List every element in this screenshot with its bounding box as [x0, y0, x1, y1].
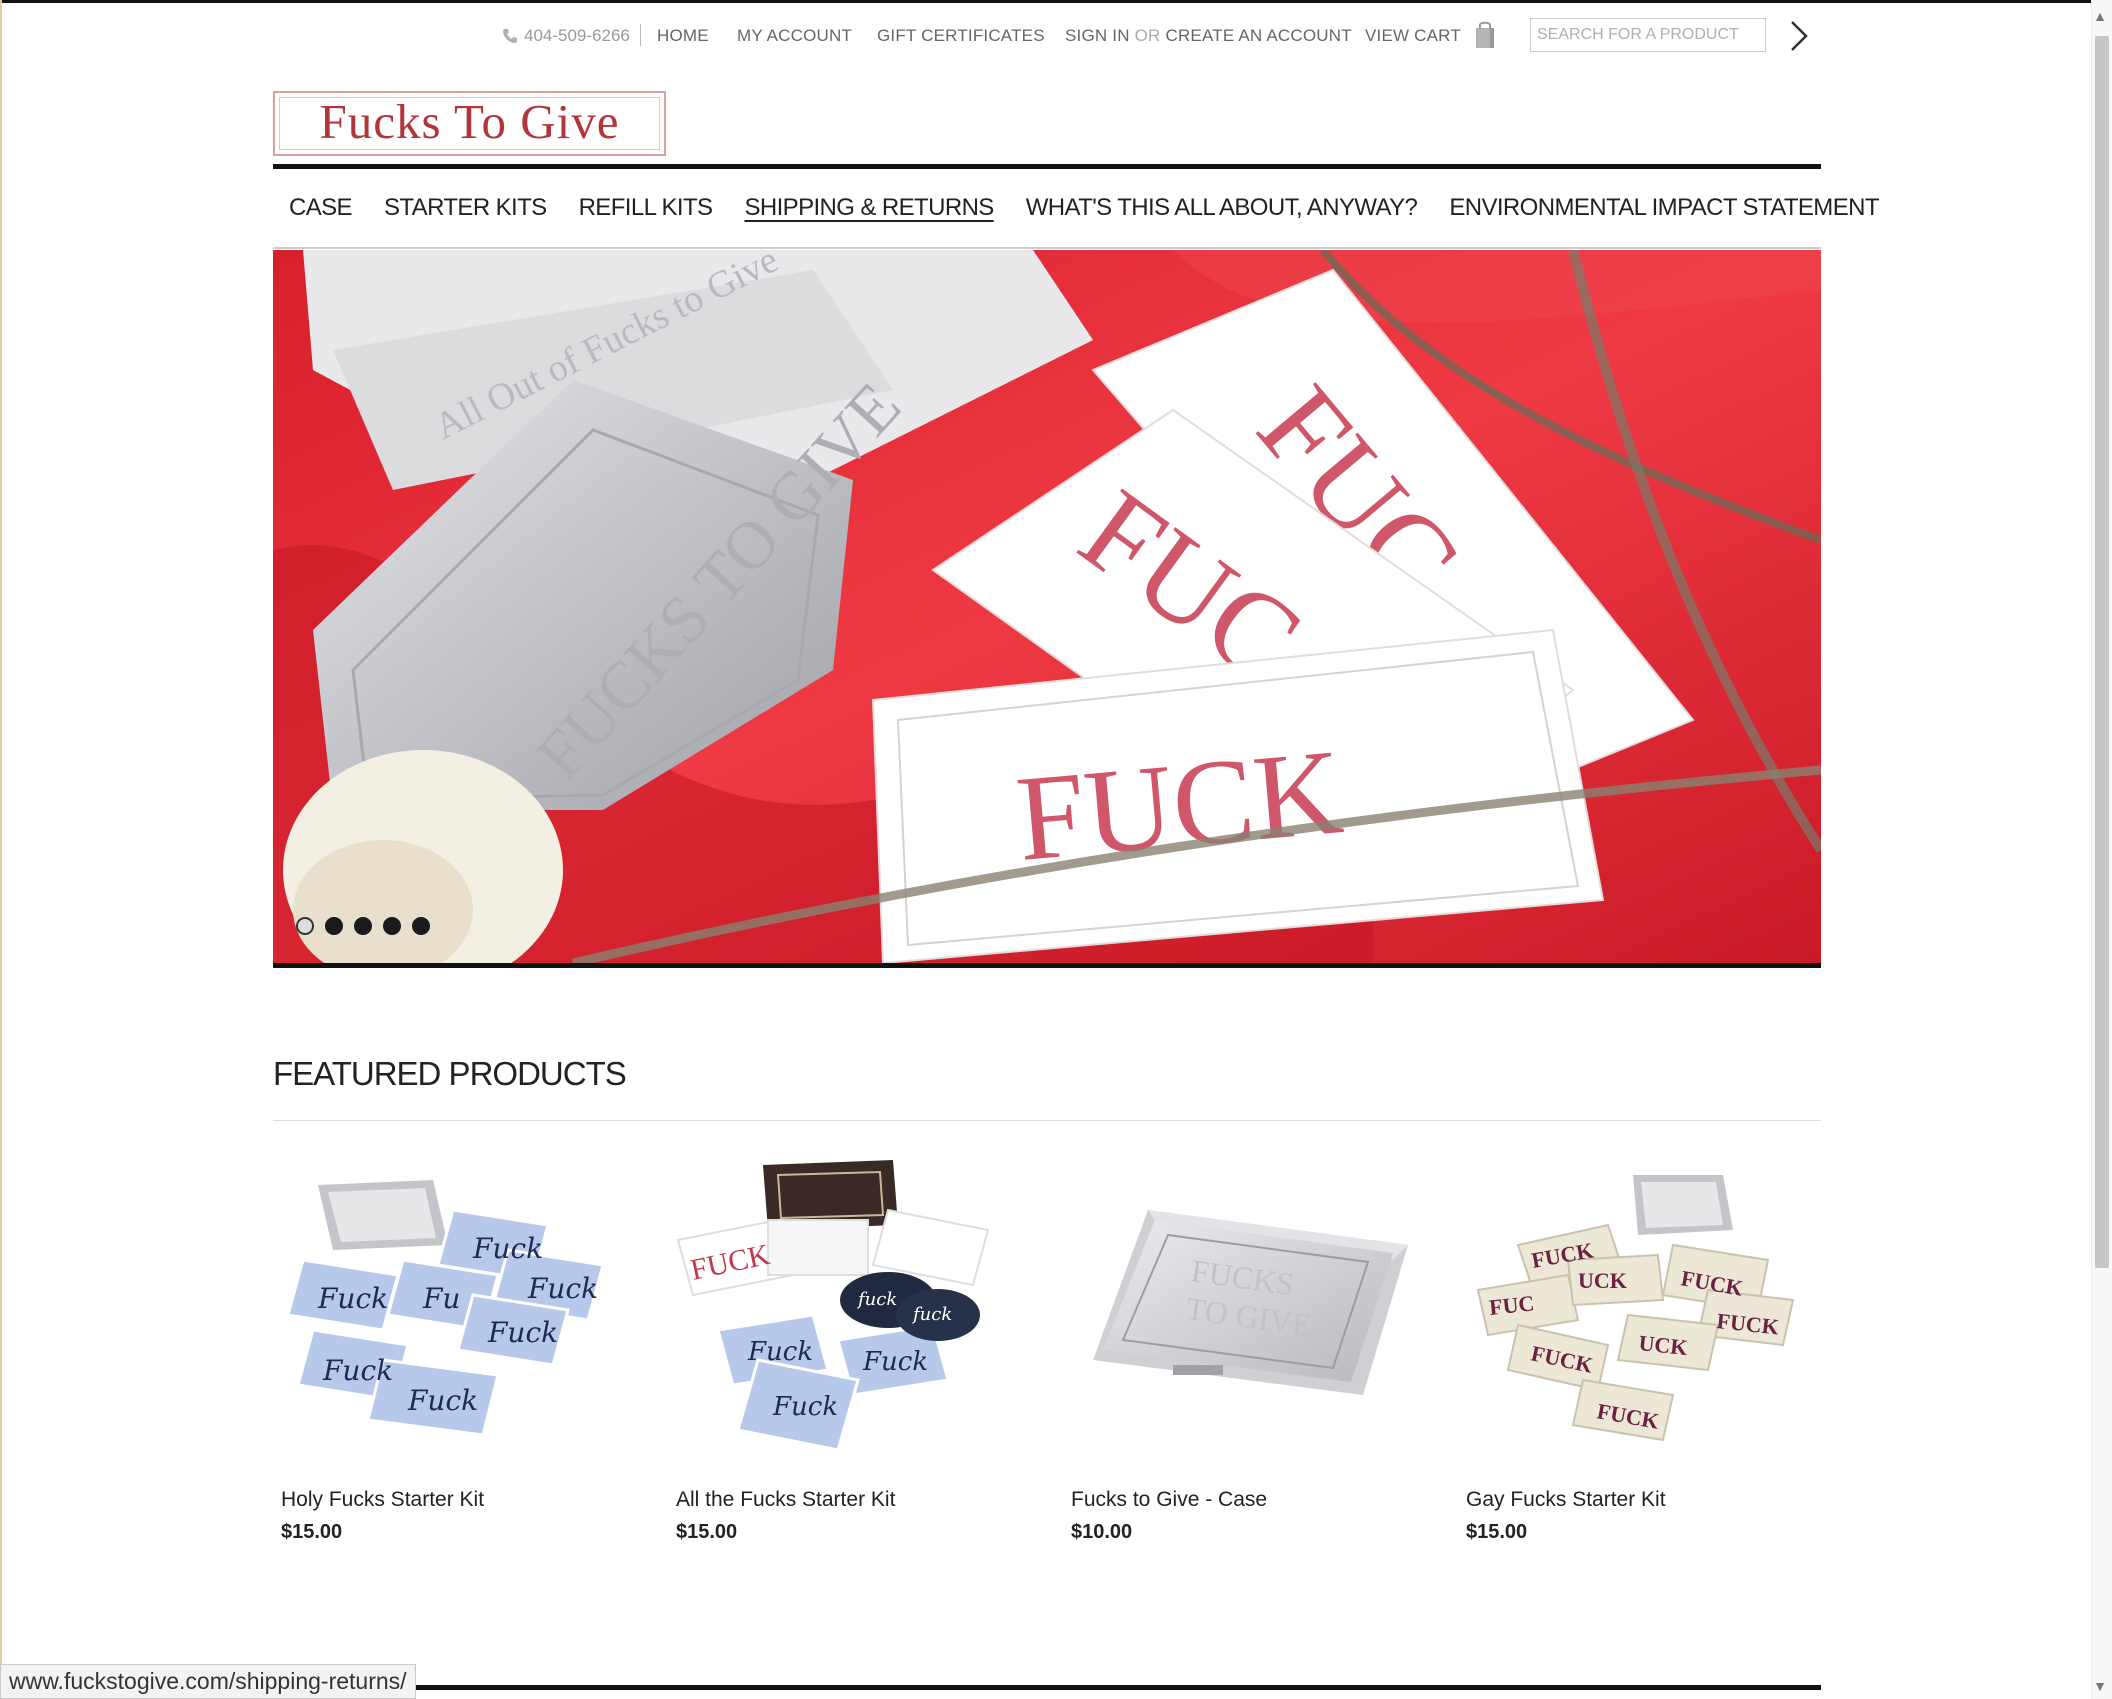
svg-text:UCK: UCK [1637, 1330, 1688, 1360]
svg-text:UCK: UCK [1578, 1268, 1627, 1293]
svg-text:Fuck: Fuck [747, 1337, 813, 1367]
product-card[interactable]: Fuck Fuck Fu Fuck Fuck Fuck Fuck Holy Fu… [273, 1150, 633, 1543]
slider-dot-5[interactable] [412, 917, 430, 935]
product-image-all-the-fucks[interactable]: FUCK fuck fuck Fuck Fuck Fuck [668, 1150, 1028, 1470]
or-text: OR [1134, 26, 1161, 45]
product-image-holy-fucks[interactable]: Fuck Fuck Fu Fuck Fuck Fuck Fuck [273, 1150, 633, 1470]
slider-dot-1[interactable] [296, 917, 314, 935]
product-price: $15.00 [1466, 1521, 1528, 1543]
sign-in-link[interactable]: SIGN IN [1065, 26, 1130, 45]
product-price: $15.00 [676, 1521, 738, 1543]
product-name[interactable]: Holy Fucks Starter Kit [281, 1488, 484, 1512]
product-image-gay-fucks[interactable]: FUCK FUC UCK FUCK FUCK FUCK UCK FUCK [1458, 1150, 1818, 1470]
product-image-case[interactable]: FUCKS TO GIVE [1063, 1150, 1423, 1470]
slider-pagination [296, 917, 430, 935]
nav-item-refill-kits[interactable]: REFILL KITS [579, 194, 713, 222]
product-price: $10.00 [1071, 1521, 1133, 1543]
phone-number[interactable]: 404-509-6266 [502, 26, 630, 46]
window-left-edge [0, 0, 2, 1699]
hero-bottom-rule [273, 963, 1821, 968]
vertical-scrollbar[interactable]: ▲ ▼ [2091, 0, 2112, 1699]
product-price: $15.00 [281, 1521, 343, 1543]
window-top-border [0, 0, 2112, 3]
nav-item-about[interactable]: WHAT'S THIS ALL ABOUT, ANYWAY? [1026, 194, 1418, 222]
nav-item-environmental[interactable]: ENVIRONMENTAL IMPACT STATEMENT [1449, 194, 1879, 222]
product-card[interactable]: FUCKS TO GIVE Fucks to Give - Case $10.0… [1063, 1150, 1423, 1543]
svg-text:Fuck: Fuck [527, 1272, 598, 1305]
product-card[interactable]: FUCK fuck fuck Fuck Fuck Fuck All the Fu… [668, 1150, 1028, 1543]
view-cart-link[interactable]: VIEW CART [1365, 26, 1461, 46]
svg-text:fuck: fuck [856, 1289, 897, 1310]
logo-text: Fucks To Give [319, 94, 620, 149]
shopping-bag-icon[interactable] [1474, 20, 1496, 50]
nav-item-starter-kits[interactable]: STARTER KITS [384, 194, 547, 222]
search-input[interactable] [1530, 18, 1766, 52]
scroll-up-icon[interactable]: ▲ [2093, 8, 2107, 24]
site-logo[interactable]: Fucks To Give [273, 91, 666, 156]
hero-slider[interactable]: All Out of Fucks to Give FUCKS TO GIVE F… [273, 250, 1821, 963]
svg-text:Fuck: Fuck [317, 1282, 388, 1315]
status-bar-url: www.fuckstogive.com/shipping-returns/ [0, 1664, 416, 1699]
product-name[interactable]: Fucks to Give - Case [1071, 1488, 1267, 1512]
nav-item-case[interactable]: CASE [289, 194, 353, 222]
nav-item-shipping-returns[interactable]: SHIPPING & RETURNS [744, 194, 994, 222]
main-nav: CASE STARTER KITS REFILL KITS SHIPPING &… [273, 169, 1880, 247]
svg-text:Fuck: Fuck [772, 1392, 838, 1422]
featured-products-heading: FEATURED PRODUCTS [273, 1055, 627, 1092]
phone-icon [503, 29, 517, 43]
scroll-down-icon[interactable]: ▼ [2093, 1678, 2107, 1694]
footer-top-rule [273, 1685, 1821, 1690]
utility-separator [640, 24, 641, 46]
svg-text:Fuck: Fuck [487, 1316, 558, 1349]
hero-image: All Out of Fucks to Give FUCKS TO GIVE F… [273, 250, 1821, 963]
gift-certificates-link[interactable]: GIFT CERTIFICATES [877, 26, 1045, 46]
create-account-link[interactable]: CREATE AN ACCOUNT [1165, 26, 1351, 45]
search-submit-chevron-icon[interactable] [1784, 18, 1812, 54]
phone-text: 404-509-6266 [524, 26, 630, 45]
nav-bottom-rule [273, 247, 1821, 249]
utility-bar: 404-509-6266 HOME MY ACCOUNT GIFT CERTIF… [0, 18, 2092, 54]
home-link[interactable]: HOME [657, 26, 709, 46]
scrollbar-thumb[interactable] [2095, 36, 2109, 1268]
product-card[interactable]: FUCK FUC UCK FUCK FUCK FUCK UCK FUCK Gay… [1458, 1150, 1818, 1543]
slider-dot-3[interactable] [354, 917, 372, 935]
featured-rule [273, 1120, 1821, 1121]
svg-text:FUC: FUC [1488, 1290, 1536, 1320]
slider-dot-4[interactable] [383, 917, 401, 935]
svg-text:Fuck: Fuck [862, 1347, 928, 1377]
svg-text:Fuck: Fuck [407, 1384, 478, 1417]
my-account-link[interactable]: MY ACCOUNT [737, 26, 852, 46]
svg-text:Fu: Fu [422, 1282, 460, 1315]
svg-text:Fuck: Fuck [472, 1232, 543, 1265]
sign-in-group: SIGN IN OR CREATE AN ACCOUNT [1065, 26, 1352, 46]
svg-text:Fuck: Fuck [322, 1354, 393, 1387]
product-name[interactable]: All the Fucks Starter Kit [676, 1488, 895, 1512]
slider-dot-2[interactable] [325, 917, 343, 935]
svg-text:fuck: fuck [911, 1304, 952, 1325]
product-name[interactable]: Gay Fucks Starter Kit [1466, 1488, 1666, 1512]
